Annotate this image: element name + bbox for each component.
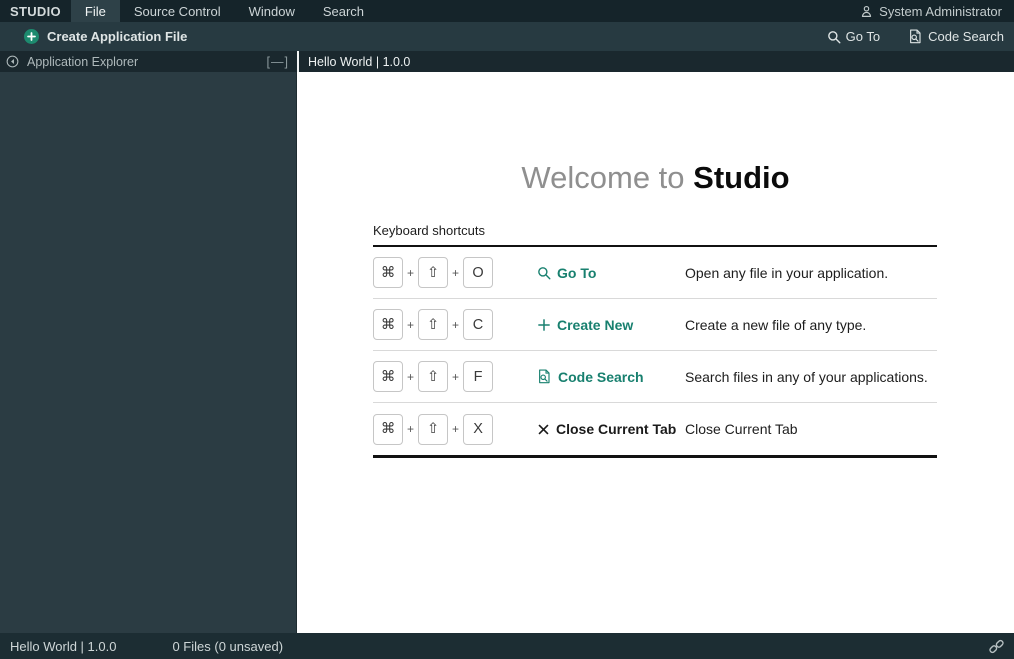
- menu-item-window[interactable]: Window: [235, 0, 309, 22]
- person-icon: [860, 5, 873, 18]
- go-to-label: Go To: [846, 29, 880, 44]
- shortcut-action-link[interactable]: Go To: [537, 265, 685, 281]
- code-search-icon: [908, 29, 923, 44]
- keyboard-shortcuts-section: Keyboard shortcuts ⌘ + ⇧ + O Go To Open any …: [373, 223, 937, 458]
- keyboard-shortcuts-table: ⌘ + ⇧ + O Go To Open any file in your applic…: [373, 245, 937, 458]
- keycap: ⇧: [418, 257, 448, 288]
- header-row: Application Explorer [—] Hello World | 1…: [0, 51, 1014, 72]
- circle-arrow-left-icon[interactable]: [6, 55, 19, 68]
- shortcut-description: Close Current Tab: [685, 421, 937, 437]
- shortcut-action-label: Create New: [557, 317, 633, 333]
- shortcut-action-link[interactable]: Code Search: [537, 369, 685, 385]
- code-search-label: Code Search: [928, 29, 1004, 44]
- code-search-icon: [537, 369, 552, 384]
- shortcut-description: Search files in any of your applications…: [685, 369, 937, 385]
- keycap: ⌘: [373, 309, 403, 340]
- shortcut-description: Open any file in your application.: [685, 265, 937, 281]
- plus-circle-icon: [24, 29, 39, 44]
- plus-separator: +: [452, 318, 459, 332]
- create-application-file-button[interactable]: Create Application File: [0, 29, 199, 44]
- body: Welcome to Studio Keyboard shortcuts ⌘ + ⇧…: [0, 72, 1014, 633]
- application-explorer-header: Application Explorer [—]: [0, 51, 297, 72]
- plus-separator: +: [452, 266, 459, 280]
- menu-item-source-control[interactable]: Source Control: [120, 0, 235, 22]
- user-name: System Administrator: [879, 4, 1002, 19]
- close-icon: [537, 423, 550, 436]
- shortcut-action-link[interactable]: Close Current Tab: [537, 421, 685, 437]
- menubar-spacer: [378, 0, 848, 22]
- search-icon: [827, 30, 841, 44]
- shortcut-row: ⌘ + ⇧ + X Close Current Tab Close Current Ta…: [373, 403, 937, 455]
- application-explorer-title: Application Explorer: [27, 55, 259, 69]
- shortcut-action-label: Close Current Tab: [556, 421, 676, 437]
- shortcut-action-label: Code Search: [558, 369, 644, 385]
- shortcut-row: ⌘ + ⇧ + O Go To Open any file in your applic…: [373, 247, 937, 299]
- keycap: X: [463, 414, 493, 445]
- page-title: Welcome to Studio: [297, 160, 1014, 196]
- shortcut-action-link[interactable]: Create New: [537, 317, 685, 333]
- keycap: ⌘: [373, 257, 403, 288]
- plus-icon: [537, 318, 551, 332]
- shortcut-keys: ⌘ + ⇧ + C: [373, 309, 537, 340]
- tab-strip: Hello World | 1.0.0: [299, 51, 1014, 72]
- status-files-count: 0 Files (0 unsaved): [172, 639, 283, 654]
- application-explorer-panel[interactable]: [0, 72, 297, 633]
- plus-separator: +: [407, 370, 414, 384]
- keycap: O: [463, 257, 493, 288]
- disconnected-icon[interactable]: [988, 638, 1014, 655]
- plus-separator: +: [452, 370, 459, 384]
- tab-hello-world[interactable]: Hello World | 1.0.0: [299, 51, 424, 72]
- status-project: Hello World | 1.0.0: [0, 639, 116, 654]
- collapse-panel-button[interactable]: [—]: [267, 55, 289, 69]
- app-logo[interactable]: STUDIO: [0, 0, 71, 22]
- plus-separator: +: [452, 422, 459, 436]
- status-bar: Hello World | 1.0.0 0 Files (0 unsaved): [0, 633, 1014, 659]
- menu-bar: STUDIO File Source Control Window Search…: [0, 0, 1014, 22]
- shortcut-row: ⌘ + ⇧ + C Create New Create a new file of an…: [373, 299, 937, 351]
- search-icon: [537, 266, 551, 280]
- create-application-file-label: Create Application File: [47, 29, 187, 44]
- keycap: ⇧: [418, 361, 448, 392]
- shortcut-action-label: Go To: [557, 265, 596, 281]
- keycap: F: [463, 361, 493, 392]
- toolbar: Create Application File Go To Code Searc…: [0, 22, 1014, 51]
- keyboard-shortcuts-heading: Keyboard shortcuts: [373, 223, 937, 245]
- code-search-button[interactable]: Code Search: [894, 29, 1014, 44]
- shortcut-row: ⌘ + ⇧ + F Code Search Search files in any of…: [373, 351, 937, 403]
- shortcut-keys: ⌘ + ⇧ + O: [373, 257, 537, 288]
- welcome-page: Welcome to Studio Keyboard shortcuts ⌘ + ⇧…: [297, 72, 1014, 633]
- shortcut-keys: ⌘ + ⇧ + X: [373, 414, 537, 445]
- go-to-button[interactable]: Go To: [813, 29, 894, 44]
- menu-item-file[interactable]: File: [71, 0, 120, 22]
- keycap: ⌘: [373, 414, 403, 445]
- welcome-emphasis: Studio: [693, 160, 789, 195]
- welcome-prefix: Welcome to: [521, 160, 693, 195]
- plus-separator: +: [407, 266, 414, 280]
- menu-item-search[interactable]: Search: [309, 0, 378, 22]
- shortcut-description: Create a new file of any type.: [685, 317, 937, 333]
- keycap: ⇧: [418, 414, 448, 445]
- plus-separator: +: [407, 422, 414, 436]
- keycap: ⇧: [418, 309, 448, 340]
- plus-separator: +: [407, 318, 414, 332]
- shortcut-keys: ⌘ + ⇧ + F: [373, 361, 537, 392]
- keycap: C: [463, 309, 493, 340]
- user-menu[interactable]: System Administrator: [848, 0, 1014, 22]
- keycap: ⌘: [373, 361, 403, 392]
